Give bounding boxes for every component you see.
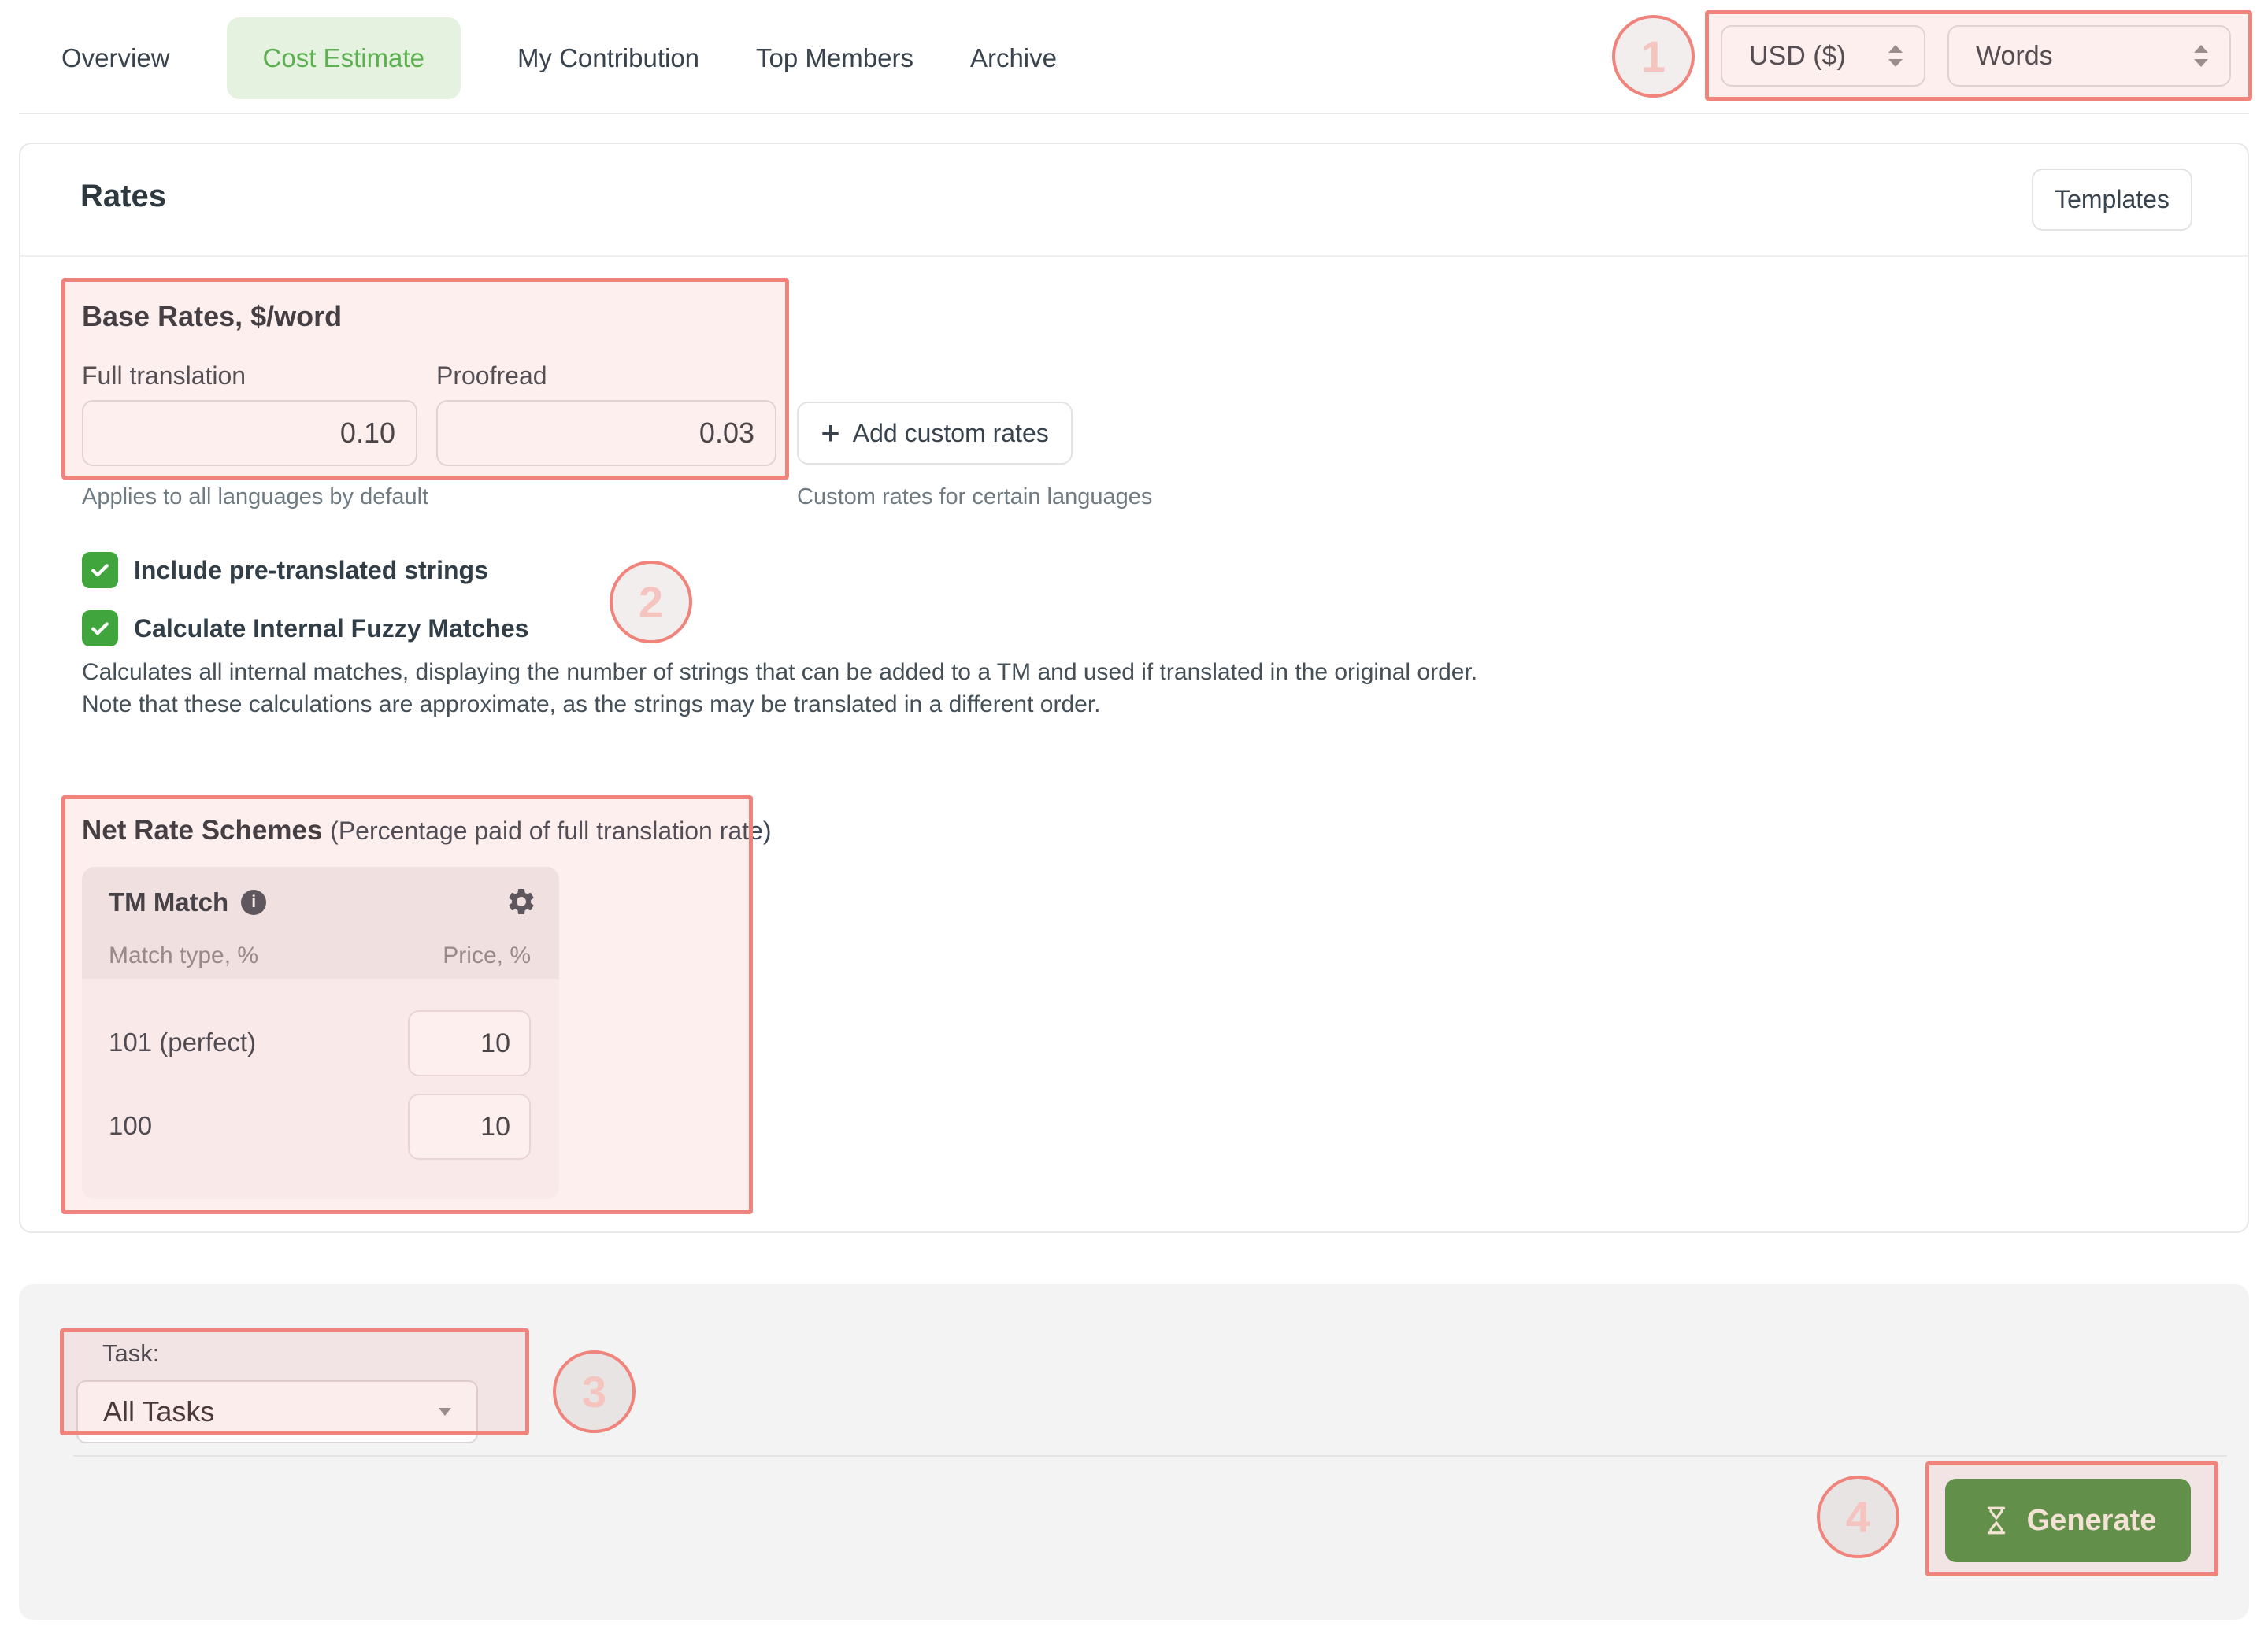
check-icon [88,558,112,582]
tab-archive[interactable]: Archive [970,43,1057,73]
annotation-box-currency-units [1705,10,2252,101]
nav-divider [19,113,2249,114]
custom-rates-note: Custom rates for certain languages [797,484,1152,510]
checkbox-checked-icon[interactable] [82,610,118,646]
tab-top-members[interactable]: Top Members [756,43,914,73]
include-pretranslated-label: Include pre-translated strings [134,556,488,585]
annotation-circle-2: 2 [610,561,692,643]
check-icon [88,617,112,640]
tab-my-contribution[interactable]: My Contribution [517,43,699,73]
templates-button[interactable]: Templates [2032,169,2192,231]
annotation-circle-4: 4 [1817,1476,1899,1558]
cost-estimate-page: Overview Cost Estimate My Contribution T… [0,0,2268,1637]
annotation-box-task [60,1328,529,1435]
checkbox-checked-icon[interactable] [82,552,118,588]
generate-report-section: Task: All Tasks Generate 3 4 [19,1284,2249,1620]
annotation-box-generate [1925,1461,2218,1576]
annotation-box-net-rate-schemes [61,795,753,1214]
footer-divider [73,1455,2227,1457]
plus-icon: + [821,417,840,449]
add-custom-rates-label: Add custom rates [853,419,1049,448]
report-tabs: Overview Cost Estimate My Contribution T… [61,16,1057,101]
rates-card: Rates Templates Base Rates, $/word Full … [19,143,2249,1233]
annotation-box-base-rates [61,278,789,480]
annotation-circle-1: 1 [1612,15,1695,98]
tab-cost-estimate[interactable]: Cost Estimate [227,17,461,99]
rates-card-title: Rates [80,179,166,214]
annotation-circle-3: 3 [553,1350,636,1433]
tab-overview[interactable]: Overview [61,43,170,73]
base-rates-note: Applies to all languages by default [82,484,428,510]
calculate-fuzzy-label: Calculate Internal Fuzzy Matches [134,614,528,643]
fuzzy-matches-description: Calculates all internal matches, display… [82,656,1523,720]
card-header-divider [20,255,2248,257]
add-custom-rates-button[interactable]: + Add custom rates [797,402,1073,465]
include-pretranslated-checkbox-row[interactable]: Include pre-translated strings [82,552,488,588]
calculate-fuzzy-checkbox-row[interactable]: Calculate Internal Fuzzy Matches [82,610,528,646]
